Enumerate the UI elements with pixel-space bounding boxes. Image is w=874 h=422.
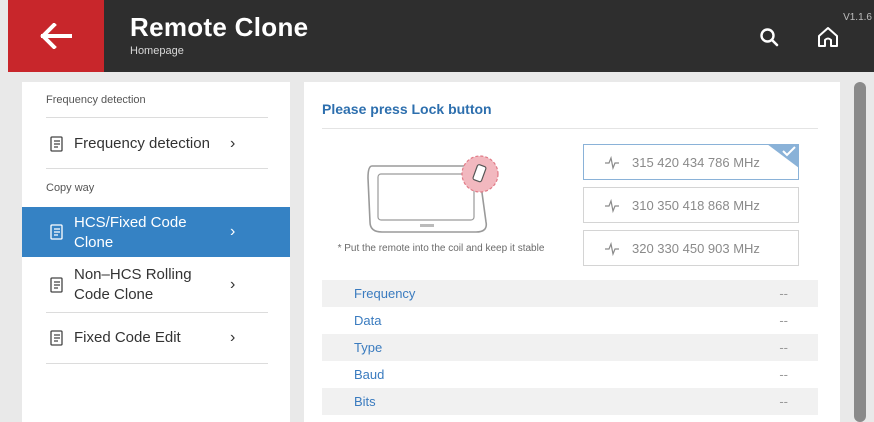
sidebar: Frequency detection Frequency detection … — [22, 82, 290, 422]
signal-icon — [605, 155, 619, 171]
back-button[interactable] — [8, 0, 104, 72]
file-icon — [50, 136, 63, 152]
section-label-copy-way: Copy way — [46, 182, 95, 194]
title-block: Remote Clone Homepage — [130, 12, 308, 58]
info-key: Data — [354, 313, 382, 328]
home-button[interactable] — [812, 22, 844, 52]
version-label: V1.1.6 — [843, 12, 872, 23]
info-value: -- — [779, 340, 788, 355]
info-row-frequency: Frequency -- — [322, 280, 818, 307]
sidebar-item-label: Frequency detection — [74, 135, 210, 152]
coil-instruction-note: * Put the remote into the coil and keep … — [337, 243, 545, 254]
chevron-right-icon: › — [230, 135, 236, 152]
signal-icon — [605, 241, 619, 257]
info-key: Baud — [354, 367, 385, 382]
breadcrumb: Homepage — [130, 45, 184, 57]
divider — [46, 168, 268, 169]
frequency-option-3[interactable]: 320 330 450 903 MHz — [583, 230, 799, 266]
sidebar-item-frequency-detection[interactable]: Frequency detection › — [22, 122, 290, 166]
divider — [46, 117, 268, 118]
sidebar-item-hcs-fixed-code-clone[interactable]: HCS/Fixed Code Clone › — [22, 207, 290, 257]
chevron-right-icon: › — [230, 223, 236, 240]
check-icon — [767, 144, 799, 168]
divider — [46, 363, 268, 364]
info-row-data: Data -- — [322, 307, 818, 334]
sidebar-item-label: Fixed Code Edit — [74, 329, 181, 346]
signal-icon — [605, 198, 619, 214]
info-value: -- — [779, 313, 788, 328]
frequency-option-1[interactable]: 315 420 434 786 MHz — [583, 144, 799, 180]
info-row-baud: Baud -- — [322, 361, 818, 388]
page-title: Remote Clone — [130, 12, 309, 42]
divider — [46, 312, 268, 313]
search-icon — [760, 28, 779, 47]
arrow-left-icon — [40, 23, 72, 49]
sidebar-item-label-line2: Code Clone — [74, 286, 154, 303]
main-panel: Please press Lock button * Put the remot… — [304, 82, 840, 422]
device-coil-illustration — [367, 155, 499, 233]
search-button[interactable] — [754, 22, 784, 52]
instruction-title: Please press Lock button — [322, 101, 492, 117]
sidebar-item-fixed-code-edit[interactable]: Fixed Code Edit › — [22, 316, 290, 360]
divider — [322, 128, 818, 129]
info-value: -- — [779, 367, 788, 382]
info-value: -- — [779, 394, 788, 409]
info-row-type: Type -- — [322, 334, 818, 361]
sidebar-item-label-line2: Clone — [74, 234, 114, 251]
info-value: -- — [779, 286, 788, 301]
info-key: Frequency — [354, 286, 416, 301]
sidebar-item-label-line1: Non–HCS Rolling — [74, 266, 192, 283]
frequency-option-text: 310 350 418 868 MHz — [632, 197, 760, 213]
info-row-bits: Bits -- — [322, 388, 818, 415]
file-icon — [50, 224, 63, 240]
info-key: Type — [354, 340, 383, 355]
frequency-option-2[interactable]: 310 350 418 868 MHz — [583, 187, 799, 223]
sidebar-item-label-line1: HCS/Fixed Code — [74, 214, 187, 231]
chevron-right-icon: › — [230, 329, 236, 346]
file-icon — [50, 277, 63, 293]
app-header: Remote Clone Homepage V1.1.6 — [8, 0, 874, 72]
scrollbar[interactable] — [854, 82, 866, 422]
info-key: Bits — [354, 394, 376, 409]
chevron-right-icon: › — [230, 276, 236, 293]
home-icon — [818, 27, 838, 47]
section-label-frequency: Frequency detection — [46, 94, 146, 106]
frequency-option-text: 320 330 450 903 MHz — [632, 240, 760, 256]
file-icon — [50, 330, 63, 346]
frequency-option-text: 315 420 434 786 MHz — [632, 154, 760, 170]
sidebar-item-non-hcs-rolling-code-clone[interactable]: Non–HCS Rolling Code Clone › — [22, 260, 290, 310]
